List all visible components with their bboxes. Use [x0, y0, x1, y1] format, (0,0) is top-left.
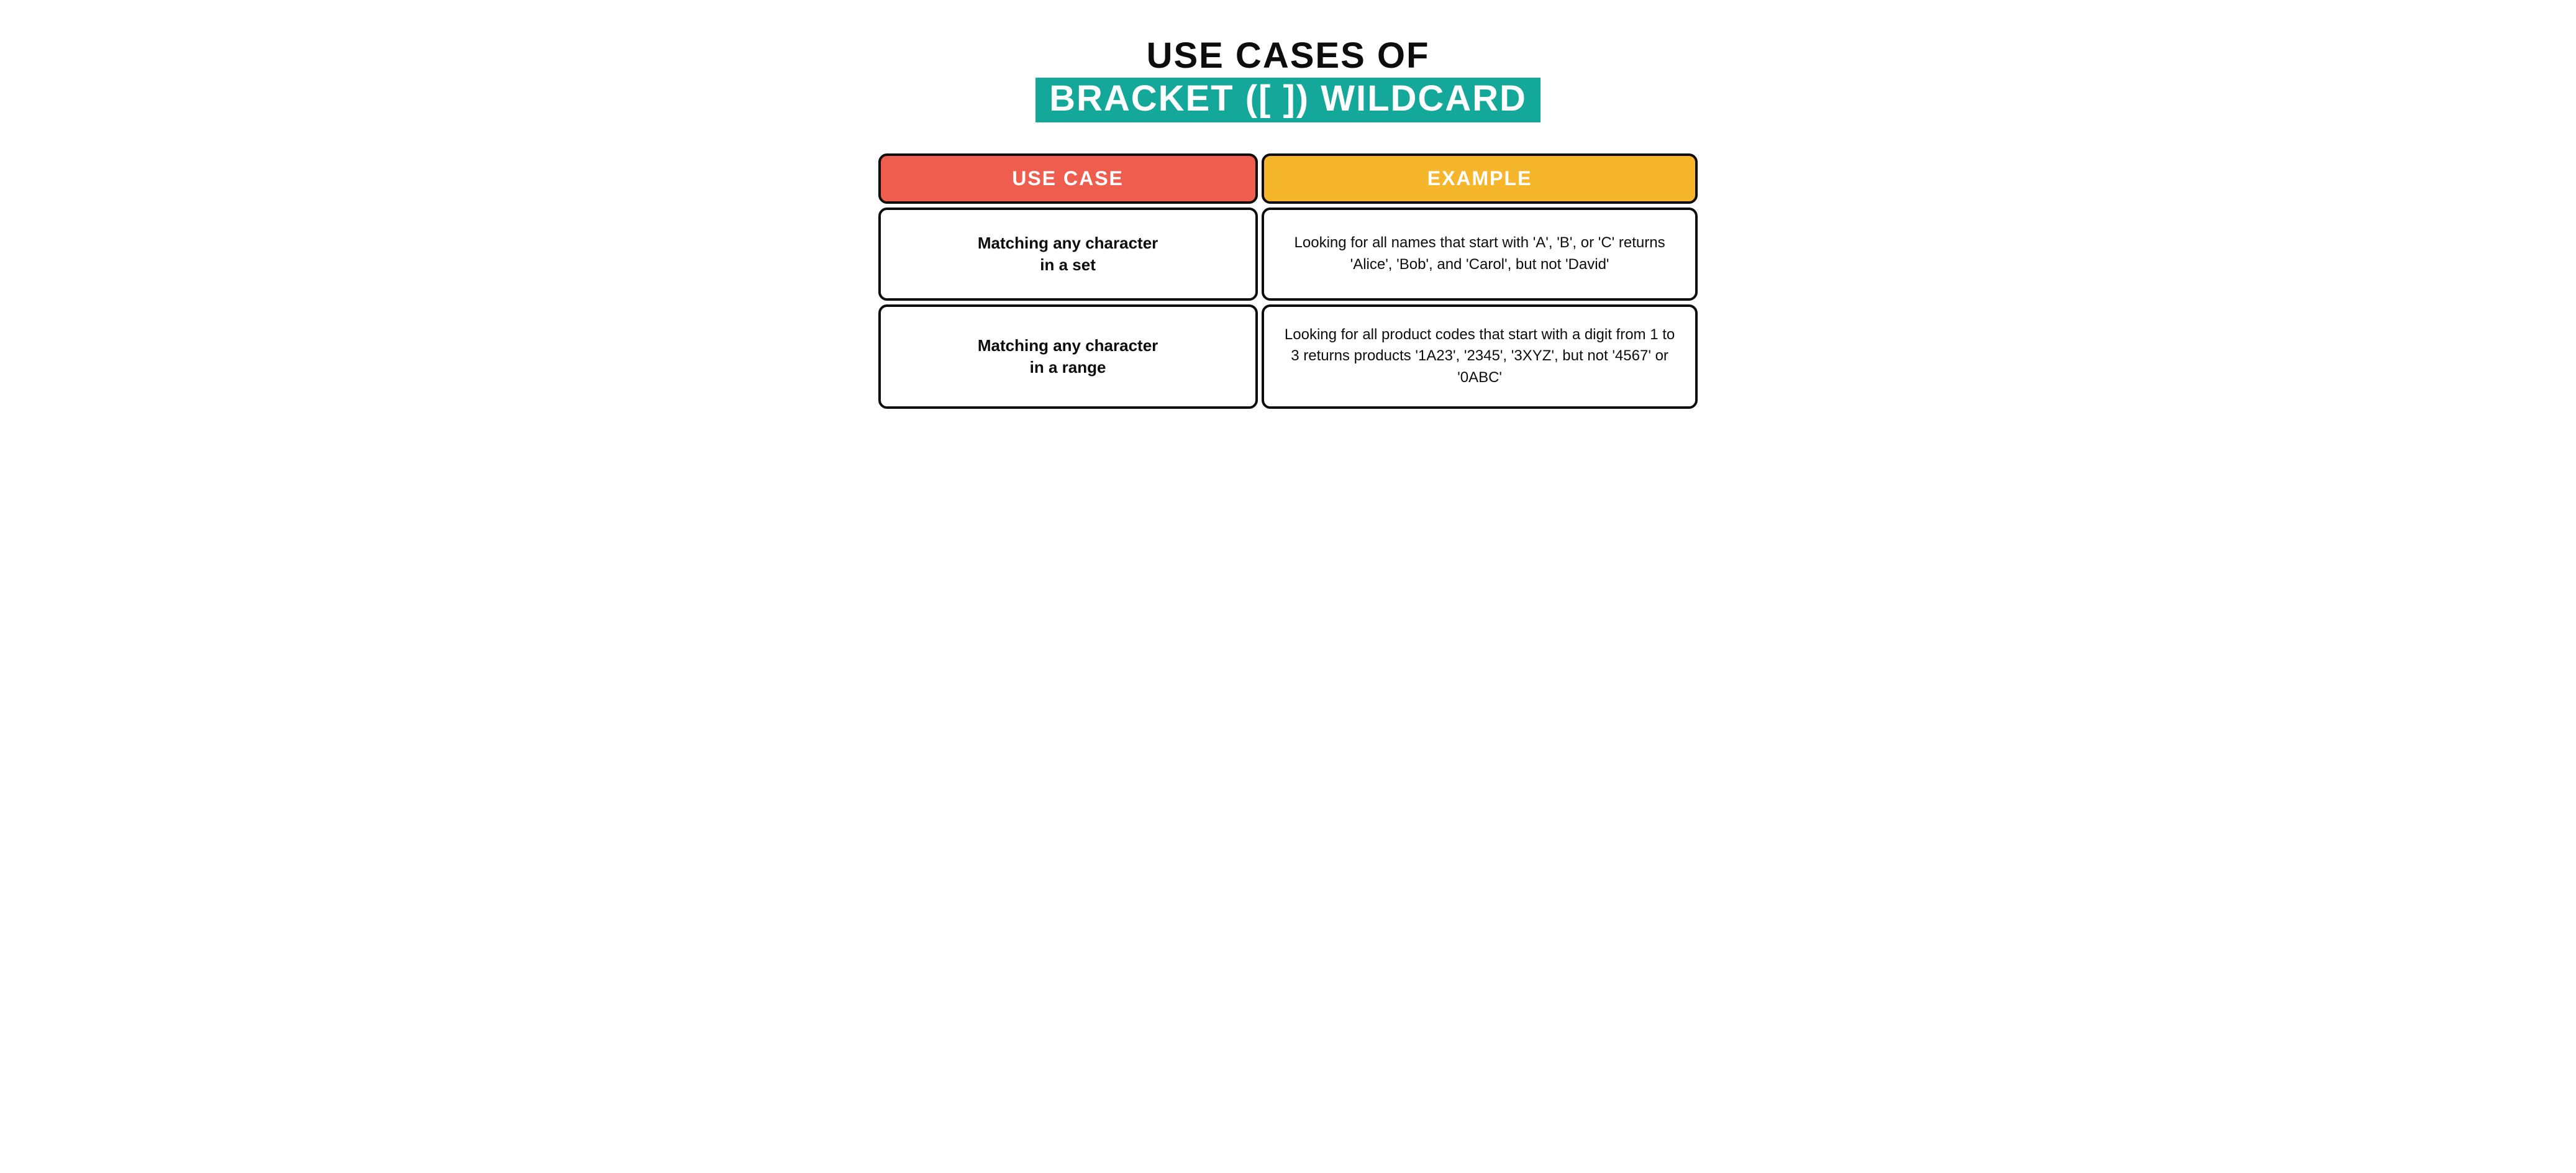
usecase-text: Matching any characterin a range	[978, 335, 1158, 378]
title-line1: USE CASES OF	[878, 37, 1698, 75]
title-line2: BRACKET ([ ]) WILDCARD	[1035, 78, 1541, 122]
table-row: Looking for all names that start with 'A…	[1262, 208, 1698, 301]
table-row: Looking for all product codes that start…	[1262, 304, 1698, 409]
use-case-table: USE CASE EXAMPLE Matching any characteri…	[878, 153, 1698, 409]
usecase-text: Matching any characterin a set	[978, 232, 1158, 276]
table-row: Matching any characterin a range	[878, 304, 1258, 409]
diagram-container: USE CASES OF BRACKET ([ ]) WILDCARD USE …	[878, 37, 1698, 409]
example-text: Looking for all product codes that start…	[1283, 324, 1677, 389]
table-row: Matching any characterin a set	[878, 208, 1258, 301]
header-example: EXAMPLE	[1262, 153, 1698, 204]
title-block: USE CASES OF BRACKET ([ ]) WILDCARD	[878, 37, 1698, 122]
example-text: Looking for all names that start with 'A…	[1283, 232, 1677, 276]
header-usecase: USE CASE	[878, 153, 1258, 204]
